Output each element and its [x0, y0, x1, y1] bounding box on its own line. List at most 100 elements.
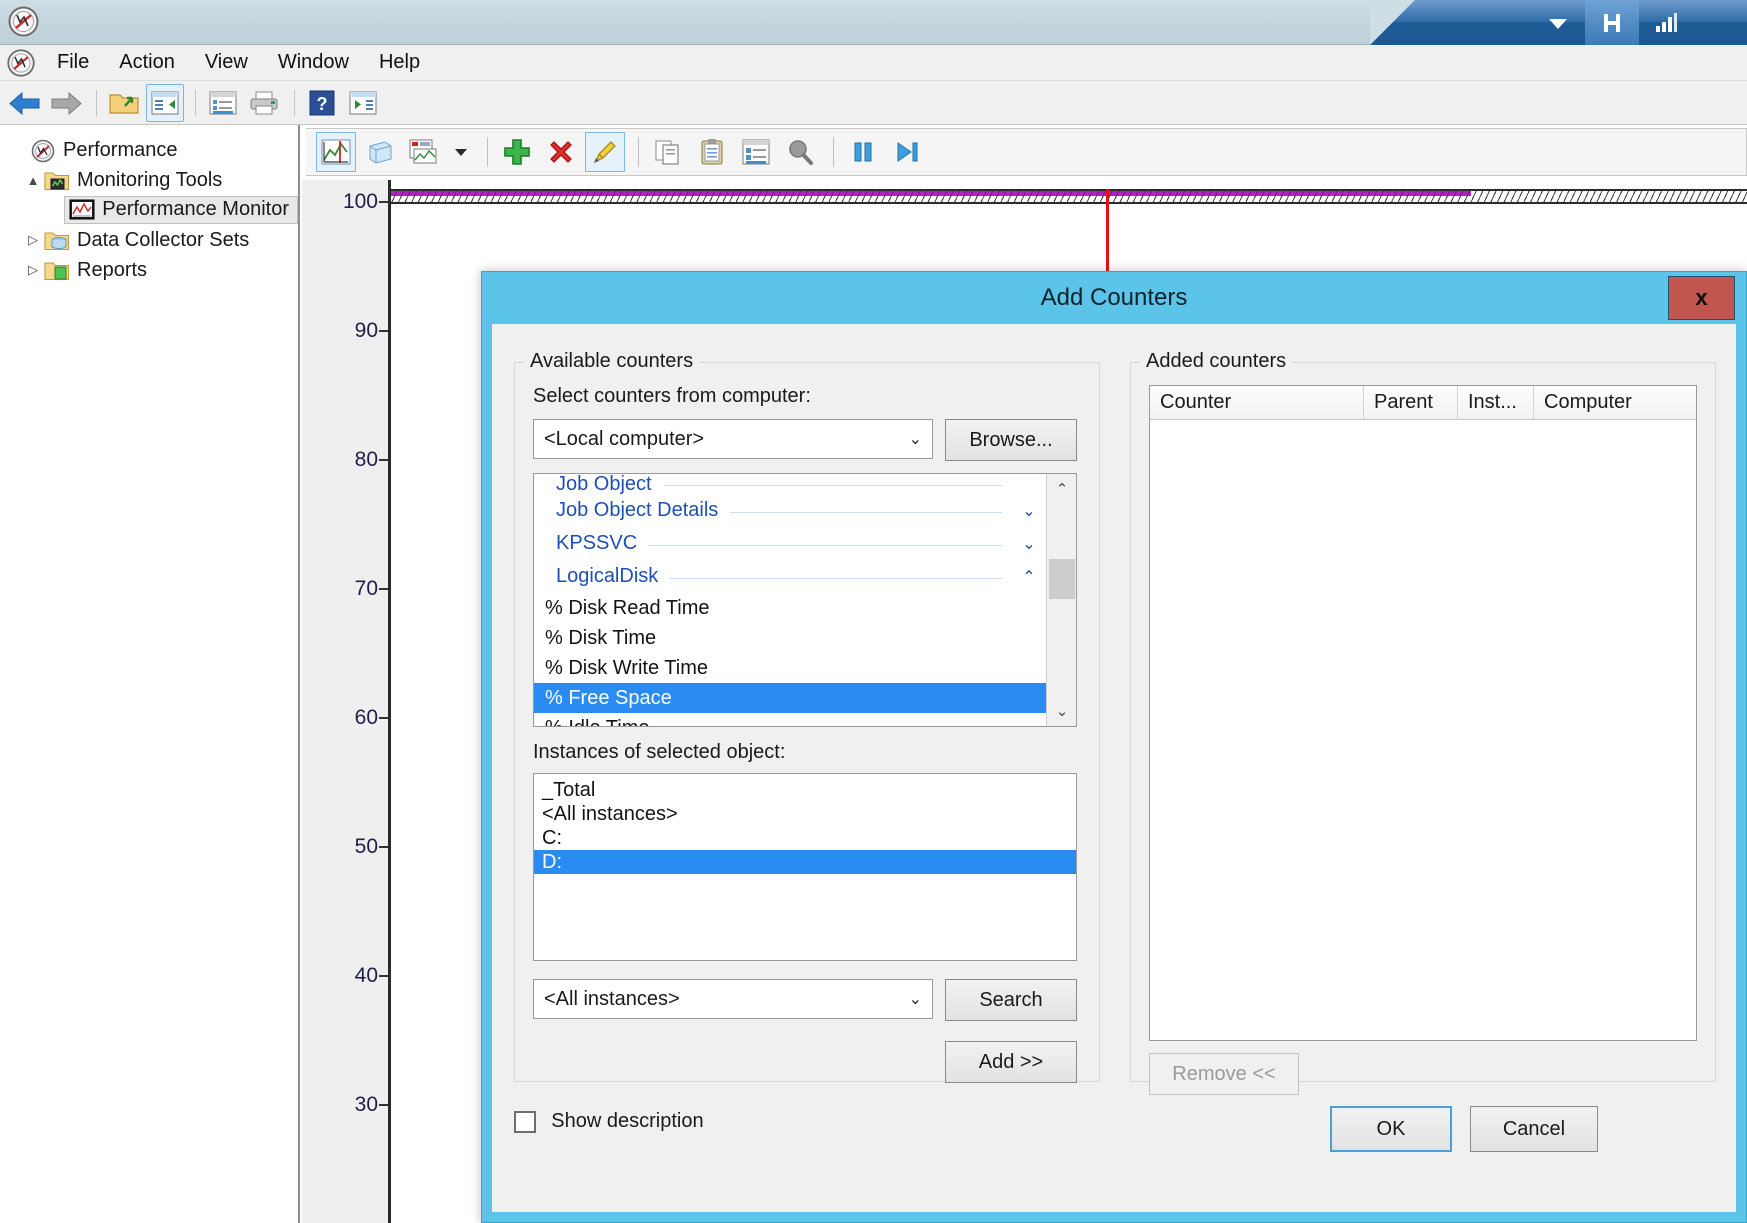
column-header-parent[interactable]: Parent [1364, 386, 1458, 419]
chevron-up-icon[interactable]: ⌃ [1016, 567, 1042, 587]
added-counters-table[interactable]: Counter Parent Inst... Computer [1149, 385, 1697, 1041]
counter-item[interactable]: % Disk Write Time [534, 653, 1046, 683]
toolbar-divider-3 [294, 90, 295, 116]
y-tick-label: 40 [355, 964, 378, 988]
y-tick-mark [379, 588, 388, 590]
tree-expander-expanded-icon[interactable]: ▲ [22, 173, 44, 188]
svg-text:?: ? [317, 94, 328, 114]
highlight-marker-icon[interactable] [585, 132, 625, 172]
histogram-bar-view-icon[interactable] [360, 132, 400, 172]
instance-filter-value: <All instances> [544, 988, 680, 1011]
counter-object-label: LogicalDisk [556, 565, 658, 588]
add-button[interactable]: Add >> [945, 1041, 1077, 1083]
folder-monitor-icon [44, 169, 70, 191]
graph-toolbar-divider-2 [638, 137, 639, 167]
instance-item[interactable]: <All instances> [534, 802, 1076, 826]
performance-monitor-icon [7, 5, 40, 38]
y-tick-mark [379, 975, 388, 977]
line-graph-view-icon[interactable] [316, 132, 356, 172]
chevron-down-icon[interactable]: ⌄ [1016, 501, 1042, 521]
scroll-down-arrow-icon[interactable]: ⌄ [1047, 696, 1077, 726]
help-icon[interactable]: ? [303, 84, 341, 122]
counter-object-row-logicaldisk[interactable]: LogicalDisk ⌃ [534, 560, 1046, 593]
properties-icon[interactable] [204, 84, 242, 122]
search-button[interactable]: Search [945, 979, 1077, 1021]
show-description-label: Show description [551, 1110, 703, 1132]
properties-dialog-icon[interactable] [736, 132, 776, 172]
column-header-counter[interactable]: Counter [1150, 386, 1364, 419]
print-icon[interactable] [245, 84, 283, 122]
show-description-row[interactable]: Show description [514, 1110, 704, 1133]
menu-action[interactable]: Action [104, 47, 190, 78]
sidebar-item-monitoring-tools[interactable]: ▲ Monitoring Tools [0, 165, 298, 195]
toolbar-divider-2 [195, 90, 196, 116]
sidebar-item-reports[interactable]: ▷ Reports [0, 255, 298, 285]
zoom-magnifier-icon[interactable] [780, 132, 820, 172]
column-header-computer[interactable]: Computer [1534, 386, 1696, 419]
delete-counter-x-icon[interactable] [541, 132, 581, 172]
open-folder-icon[interactable] [105, 84, 143, 122]
scroll-up-arrow-icon[interactable]: ⌃ [1047, 474, 1077, 504]
counter-object-row[interactable]: Job Object Details ⌄ [534, 494, 1046, 527]
y-tick-mark [379, 1104, 388, 1106]
counter-item-selected[interactable]: % Free Space [534, 683, 1046, 713]
chevron-down-icon[interactable]: ⌄ [1016, 534, 1042, 554]
menu-help[interactable]: Help [364, 47, 435, 78]
window-caption-buttons [1370, 0, 1747, 45]
browse-button[interactable]: Browse... [945, 419, 1077, 461]
cancel-button[interactable]: Cancel [1470, 1106, 1598, 1152]
counter-item[interactable]: % Disk Read Time [534, 593, 1046, 623]
counter-item[interactable]: % Idle Time [534, 713, 1046, 726]
chevron-down-icon[interactable] [1531, 0, 1585, 45]
sidebar-item-performance[interactable]: Performance [0, 135, 298, 165]
close-icon[interactable]: x [1668, 276, 1735, 320]
show-description-checkbox[interactable] [514, 1111, 536, 1133]
view-dropdown-arrow-icon[interactable] [448, 132, 474, 172]
remove-button[interactable]: Remove << [1149, 1053, 1299, 1095]
chart-series-line-maxed-counter [391, 191, 1471, 196]
add-counter-plus-icon[interactable] [497, 132, 537, 172]
instance-item[interactable]: C: [534, 826, 1076, 850]
sidebar-item-data-collector-sets[interactable]: ▷ Data Collector Sets [0, 225, 298, 255]
update-data-next-icon[interactable] [887, 132, 927, 172]
y-tick-label: 90 [355, 319, 378, 343]
computer-select-value: <Local computer> [544, 428, 704, 451]
instance-item[interactable]: _Total [534, 778, 1076, 802]
tree-expander-collapsed-icon[interactable]: ▷ [22, 262, 44, 278]
y-tick-mark [379, 201, 388, 203]
scrollbar-thumb[interactable] [1049, 559, 1075, 599]
back-arrow-icon[interactable] [6, 84, 44, 122]
instance-item-selected[interactable]: D: [534, 850, 1076, 874]
available-counters-scrollbar[interactable]: ⌃ ⌄ [1046, 474, 1076, 726]
window-title-bar [0, 0, 1747, 45]
show-hide-action-pane-icon[interactable] [344, 84, 382, 122]
y-tick-label: 70 [355, 577, 378, 601]
pin-icon[interactable] [1585, 0, 1639, 45]
computer-select[interactable]: <Local computer> ⌄ [533, 419, 933, 459]
y-tick-label: 50 [355, 835, 378, 859]
show-hide-console-tree-icon[interactable] [146, 84, 184, 122]
ok-button[interactable]: OK [1330, 1106, 1452, 1152]
forward-arrow-icon[interactable] [47, 84, 85, 122]
counter-item[interactable]: % Disk Time [534, 623, 1046, 653]
sidebar-item-performance-monitor[interactable]: Performance Monitor [0, 195, 298, 225]
instance-filter-select[interactable]: <All instances> ⌄ [533, 979, 933, 1019]
paste-counter-list-icon[interactable] [692, 132, 732, 172]
tree-expander-collapsed-icon[interactable]: ▷ [22, 232, 44, 248]
counter-object-rule [670, 578, 1002, 579]
report-view-icon[interactable] [404, 132, 444, 172]
freeze-pause-icon[interactable] [843, 132, 883, 172]
available-counters-group: Available counters Select counters from … [514, 362, 1100, 1082]
menu-window[interactable]: Window [263, 47, 364, 78]
graph-toolbar-divider-3 [833, 137, 834, 167]
counter-object-row[interactable]: Job Object [534, 474, 1046, 494]
available-counters-list[interactable]: Job Object Job Object Details ⌄ KPSSVC ⌄ [533, 473, 1077, 727]
instances-list[interactable]: _Total <All instances> C: D: [533, 773, 1077, 961]
menu-view[interactable]: View [190, 47, 263, 78]
menu-file[interactable]: File [42, 47, 104, 78]
column-header-instance[interactable]: Inst... [1458, 386, 1534, 419]
sidebar-item-label: Monitoring Tools [77, 169, 222, 192]
signal-bars-icon[interactable] [1639, 0, 1693, 45]
copy-properties-icon[interactable] [648, 132, 688, 172]
counter-object-row[interactable]: KPSSVC ⌄ [534, 527, 1046, 560]
